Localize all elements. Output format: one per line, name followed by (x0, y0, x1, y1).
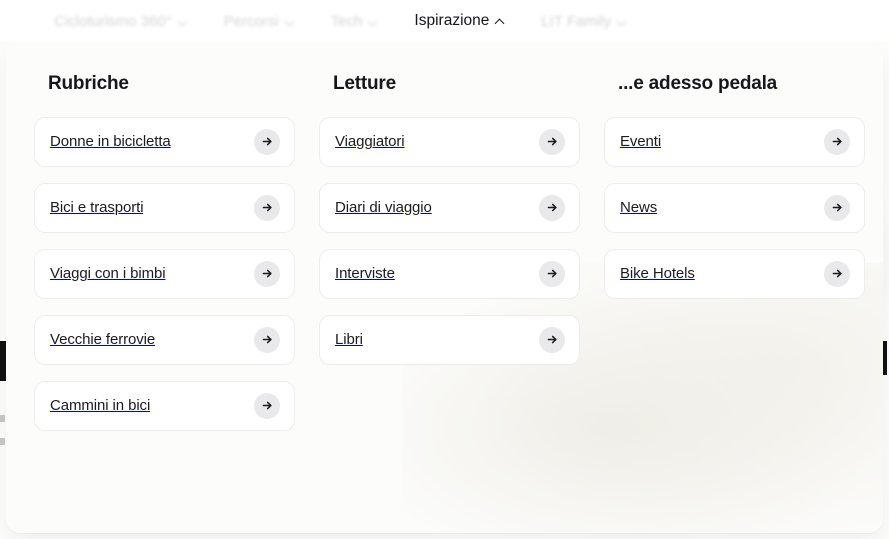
menu-card-label: Bike Hotels (620, 266, 695, 282)
chevron-down-icon (179, 17, 188, 26)
arrow-right-icon (539, 194, 565, 221)
nav-item-percorsi[interactable]: Percorsi (206, 0, 313, 42)
chevron-down-icon (369, 17, 378, 26)
arrow-right-icon (539, 260, 565, 287)
nav-item-list: Cicloturismo 360° Percorsi Tech Ispirazi… (0, 0, 645, 42)
nav-item-label: Ispirazione (414, 12, 490, 29)
nav-item-label: Tech (330, 12, 363, 30)
menu-card-label: News (620, 200, 658, 216)
left-edge-marker (0, 415, 5, 422)
chevron-down-icon (618, 17, 627, 26)
menu-card-label: Libri (335, 332, 363, 348)
menu-card-label: Interviste (335, 266, 395, 282)
nav-item-label: Percorsi (223, 12, 279, 30)
menu-card[interactable]: Diari di viaggio (319, 182, 580, 233)
top-navigation-bar: Cicloturismo 360° Percorsi Tech Ispirazi… (0, 0, 889, 42)
menu-card-label: Bici e trasporti (50, 200, 144, 216)
menu-card[interactable]: Bici e trasporti (34, 182, 295, 233)
menu-card[interactable]: Donne in bicicletta (34, 116, 295, 167)
menu-card-label: Vecchie ferrovie (50, 332, 156, 348)
menu-column-card-list: Eventi News Bike Hotels (604, 116, 865, 299)
menu-card-label: Eventi (620, 134, 662, 150)
menu-column: ...e adesso pedala Eventi News Bike Hote… (604, 73, 865, 447)
menu-card[interactable]: Bike Hotels (604, 248, 865, 299)
menu-column-title: Rubriche (48, 73, 129, 94)
menu-card[interactable]: Eventi (604, 116, 865, 167)
menu-column-card-list: Donne in bicicletta Bici e trasporti Via… (34, 116, 295, 431)
arrow-right-icon (254, 128, 280, 155)
menu-column-title: Letture (333, 73, 396, 94)
menu-card[interactable]: Cammini in bici (34, 380, 295, 431)
menu-card-label: Viaggiatori (335, 134, 405, 150)
menu-column: Rubriche Donne in bicicletta Bici e tras… (34, 73, 295, 447)
menu-card[interactable]: Libri (319, 314, 580, 365)
menu-column-card-list: Viaggiatori Diari di viaggio Interviste … (319, 116, 580, 365)
nav-item-label: LIT Family (541, 12, 612, 30)
arrow-right-icon (254, 392, 280, 419)
menu-card[interactable]: Vecchie ferrovie (34, 314, 295, 365)
arrow-right-icon (824, 128, 850, 155)
chevron-up-icon (496, 17, 505, 26)
ispirazione-mega-menu-panel: Rubriche Donne in bicicletta Bici e tras… (6, 42, 883, 533)
menu-column-title: ...e adesso pedala (618, 73, 778, 94)
nav-item-ispirazione[interactable]: Ispirazione (396, 0, 523, 42)
left-edge-marker (0, 438, 5, 445)
menu-card-label: Diari di viaggio (335, 200, 432, 216)
arrow-right-icon (254, 194, 280, 221)
menu-card[interactable]: Viaggiatori (319, 116, 580, 167)
arrow-right-icon (824, 260, 850, 287)
arrow-right-icon (824, 194, 850, 221)
menu-card[interactable]: Viaggi con i bimbi (34, 248, 295, 299)
page-root: ITINERANTI Cicloturismo 360° Percorsi Te… (0, 0, 889, 539)
menu-card-label: Viaggi con i bimbi (50, 266, 166, 282)
nav-item-lit-family[interactable]: LIT Family (523, 0, 645, 42)
arrow-right-icon (539, 128, 565, 155)
menu-card-label: Donne in bicicletta (50, 134, 171, 150)
nav-item-cicloturismo-360[interactable]: Cicloturismo 360° (36, 0, 206, 42)
nav-item-tech[interactable]: Tech (313, 0, 397, 42)
arrow-right-icon (254, 326, 280, 353)
chevron-down-icon (286, 17, 295, 26)
nav-item-label: Cicloturismo 360° (54, 12, 172, 30)
mega-menu-columns: Rubriche Donne in bicicletta Bici e tras… (6, 42, 883, 447)
menu-card-label: Cammini in bici (50, 398, 151, 414)
arrow-right-icon (254, 260, 280, 287)
menu-card[interactable]: Interviste (319, 248, 580, 299)
menu-column: Letture Viaggiatori Diari di viaggio Int… (319, 73, 580, 447)
menu-card[interactable]: News (604, 182, 865, 233)
arrow-right-icon (539, 326, 565, 353)
